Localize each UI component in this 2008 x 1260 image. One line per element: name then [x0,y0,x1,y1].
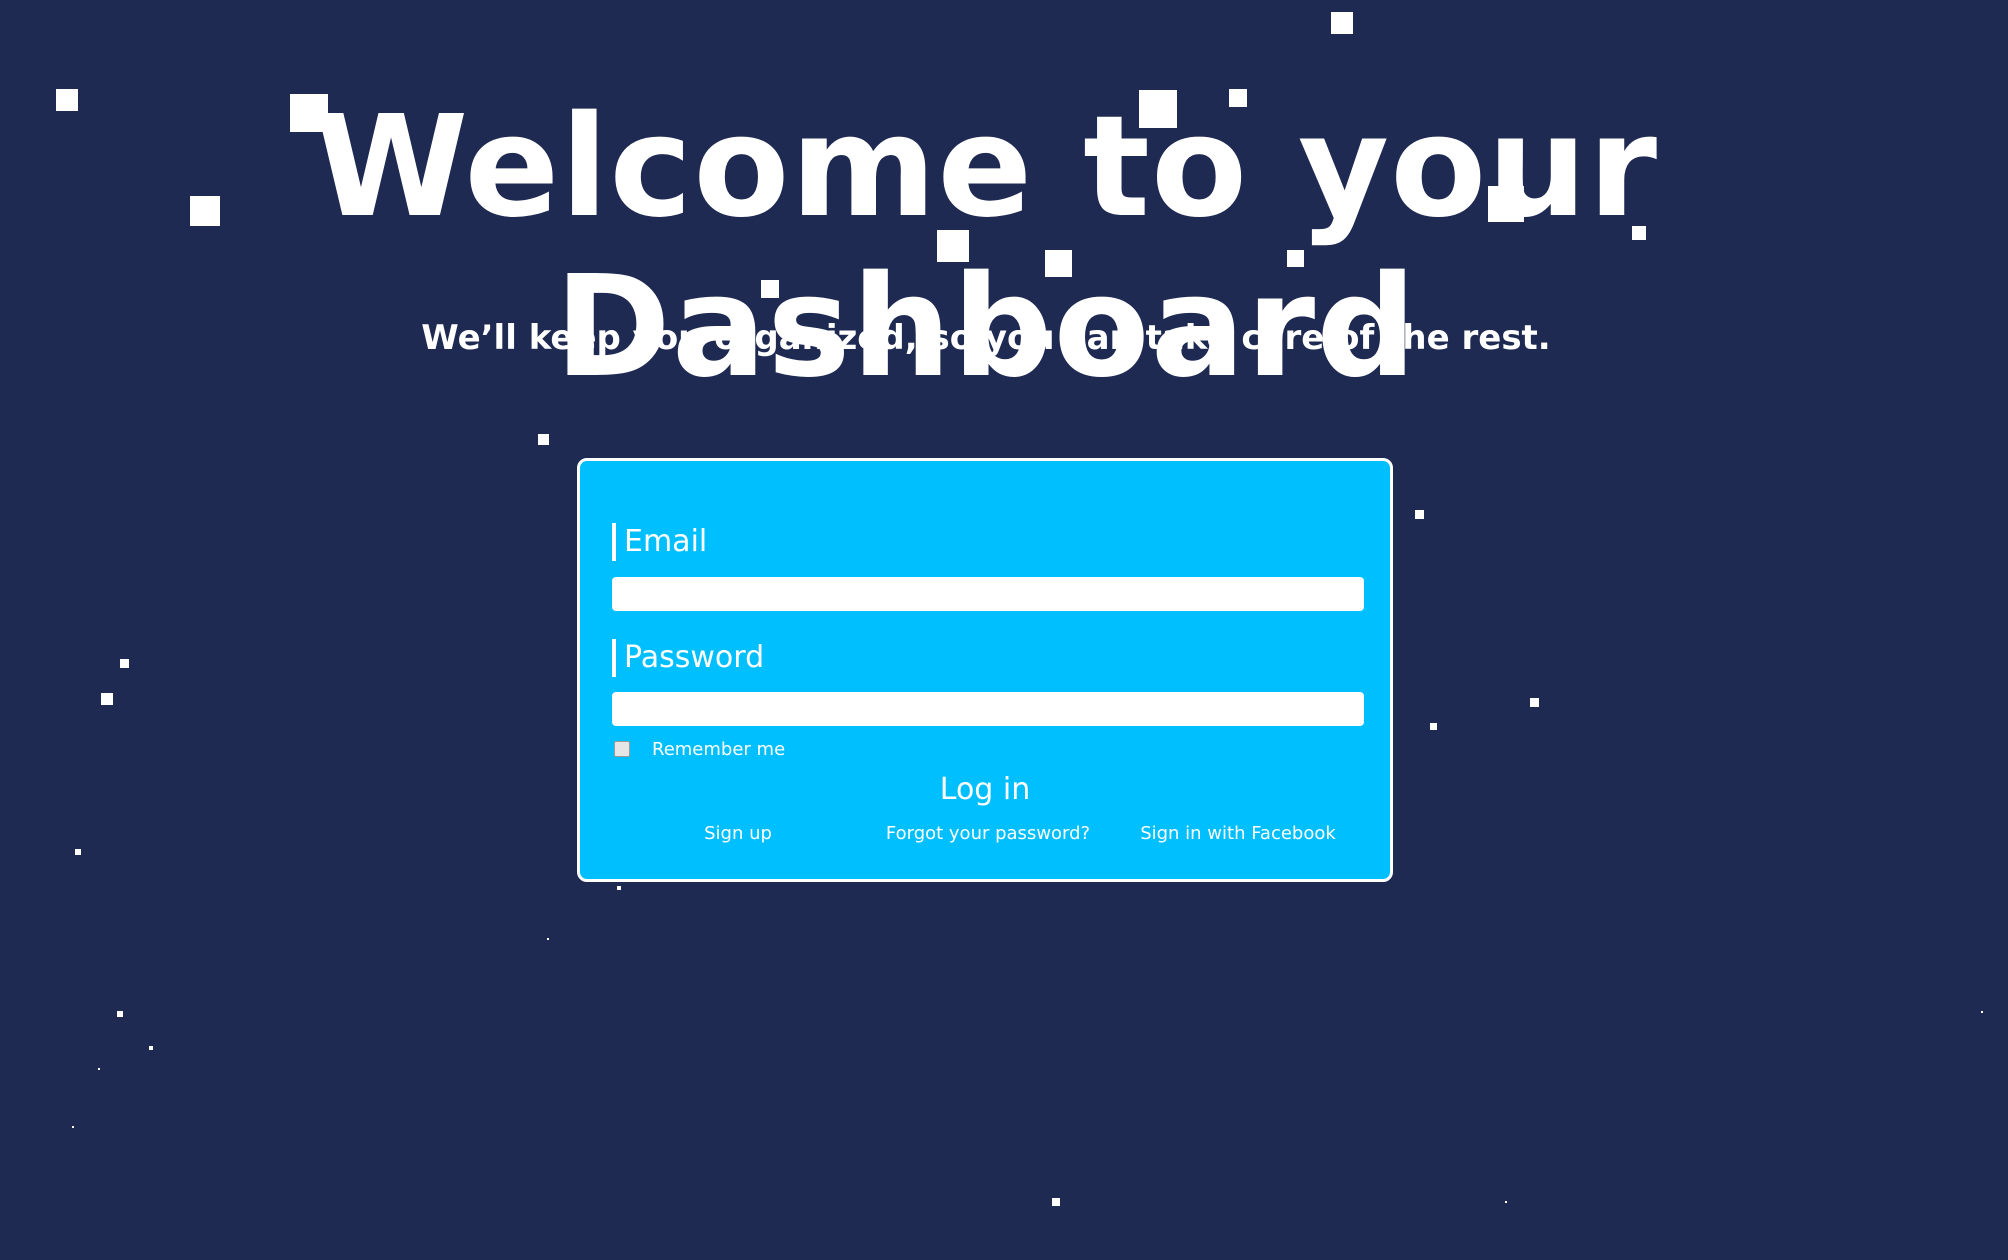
page-subtitle: We’ll keep you organized, so you can tak… [421,318,1551,358]
particle [1430,723,1437,730]
login-form: Email Password Remember me Log in Sign u… [577,458,1393,882]
password-label: Password [612,639,764,677]
remember-me-row: Remember me [614,737,785,761]
remember-me-checkbox[interactable] [614,741,630,757]
email-label: Email [612,523,707,561]
particle [101,693,113,705]
login-button[interactable]: Log in [580,759,1390,819]
particle [547,938,549,940]
remember-me-label: Remember me [652,738,786,760]
password-field[interactable] [612,692,1364,726]
particle [98,1068,100,1070]
forgot-password-link[interactable]: Forgot your password? [886,823,1090,844]
particle [75,849,81,855]
signup-link[interactable]: Sign up [704,823,772,844]
particle [1331,12,1353,34]
particle [149,1046,153,1050]
particle [1505,1201,1507,1203]
particle [72,1126,74,1128]
email-field[interactable] [612,577,1364,611]
auth-links: Sign up Forgot your password? Sign in wi… [580,823,1390,853]
particle [617,886,621,890]
particle [1052,1198,1060,1206]
particle [538,434,549,445]
particle [117,1011,123,1017]
particle [1981,1011,1983,1013]
particle [1415,510,1424,519]
login-page: Welcome to your Dashboard We’ll keep you… [0,0,2008,1260]
page-title: Welcome to your Dashboard [313,86,1659,409]
facebook-signin-link[interactable]: Sign in with Facebook [1140,823,1336,844]
particle [1530,698,1539,707]
particle [120,659,129,668]
